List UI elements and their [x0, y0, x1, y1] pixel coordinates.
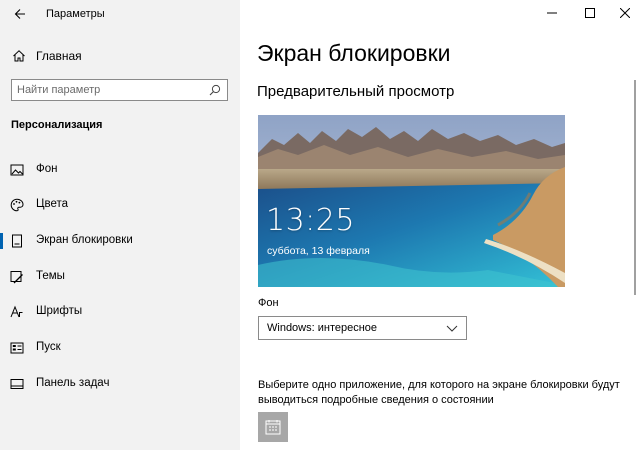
taskbar-icon	[10, 379, 24, 389]
home-icon	[13, 50, 25, 62]
sidebar-item-label: Шрифты	[36, 305, 83, 317]
start-icon	[10, 342, 24, 354]
window-controls	[500, 0, 640, 26]
maximize-button[interactable]	[580, 4, 600, 22]
sidebar-item-colors[interactable]: Цвета	[0, 190, 240, 220]
detailed-status-description: Выберите одно приложение, для которого н…	[258, 379, 620, 406]
picture-icon	[10, 164, 24, 176]
sidebar-item-label: Главная	[36, 49, 82, 63]
background-dropdown-value: Windows: интересное	[267, 322, 378, 334]
brush-icon	[10, 271, 23, 284]
preview-date: суббота, 13 февраля	[267, 245, 370, 257]
main-content: Экран блокировки Предварительный просмот…	[240, 0, 640, 450]
scrollbar[interactable]	[634, 80, 636, 295]
lock-screen-preview: 13:25 суббота, 13 февраля	[258, 115, 565, 287]
sidebar-item-label: Экран блокировки	[36, 234, 133, 246]
palette-icon	[10, 198, 24, 212]
sidebar-item-label: Фон	[36, 163, 58, 175]
search-icon[interactable]	[209, 84, 221, 96]
back-button[interactable]	[10, 4, 30, 24]
detailed-status-app-button[interactable]	[258, 412, 288, 442]
close-button[interactable]	[615, 4, 635, 22]
sidebar: Параметры Главная Персонализация Фон Цве…	[0, 0, 240, 450]
active-indicator	[0, 233, 3, 249]
sidebar-item-start[interactable]: Пуск	[0, 333, 240, 363]
sidebar-item-lock-screen[interactable]: Экран блокировки	[0, 226, 240, 256]
app-title: Параметры	[46, 8, 105, 20]
background-label: Фон	[258, 297, 279, 309]
sidebar-item-background[interactable]: Фон	[0, 155, 240, 185]
sidebar-item-label: Цвета	[36, 198, 69, 210]
sidebar-item-fonts[interactable]: Шрифты	[0, 297, 240, 327]
calendar-icon	[265, 420, 281, 435]
font-icon	[10, 305, 23, 318]
chevron-down-icon	[446, 325, 458, 332]
sidebar-item-taskbar[interactable]: Панель задач	[0, 369, 240, 399]
section-heading: Персонализация	[11, 119, 103, 131]
sidebar-item-themes[interactable]: Темы	[0, 262, 240, 292]
back-arrow-icon	[14, 9, 25, 19]
preview-heading: Предварительный просмотр	[257, 83, 455, 100]
minimize-button[interactable]	[542, 4, 562, 22]
page-title: Экран блокировки	[257, 40, 451, 66]
sidebar-item-label: Панель задач	[36, 377, 110, 389]
lock-screen-icon	[12, 234, 22, 248]
preview-wallpaper	[258, 115, 565, 287]
sidebar-item-label: Пуск	[36, 341, 61, 353]
maximize-icon	[585, 8, 595, 18]
search-box[interactable]	[11, 79, 228, 101]
background-dropdown[interactable]: Windows: интересное	[258, 316, 467, 340]
preview-clock: 13:25	[266, 203, 355, 238]
sidebar-item-label: Темы	[36, 270, 65, 282]
minimize-icon	[547, 12, 557, 14]
sidebar-item-home[interactable]: Главная	[0, 44, 240, 68]
search-input[interactable]	[17, 82, 197, 98]
close-icon	[620, 8, 630, 18]
